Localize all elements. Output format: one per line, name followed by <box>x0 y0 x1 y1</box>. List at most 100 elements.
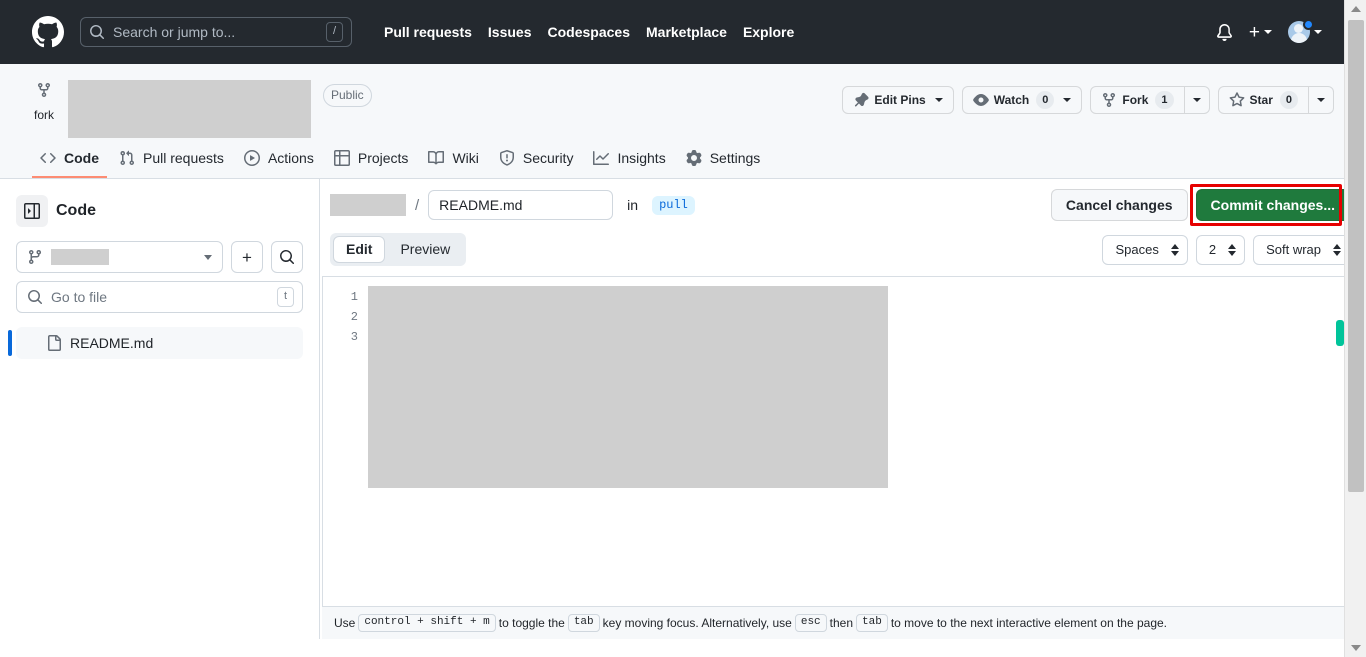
pin-icon <box>855 92 869 107</box>
shield-icon <box>499 150 514 166</box>
repo-forked-icon <box>38 83 50 98</box>
watch-count: 0 <box>1036 91 1055 109</box>
line-number: 2 <box>350 310 358 324</box>
tab-insights[interactable]: Insights <box>585 142 673 178</box>
nav-marketplace[interactable]: Marketplace <box>646 24 727 40</box>
tab-actions-label: Actions <box>267 150 314 166</box>
tab-projects-label: Projects <box>357 150 409 166</box>
go-to-file-shortcut-key: t <box>276 287 294 307</box>
list-item[interactable]: README.md <box>8 327 303 359</box>
global-header: Search or jump to... / Pull requests Iss… <box>0 0 1366 64</box>
fork-indicator: fork <box>32 80 56 122</box>
tab-pull-requests-label: Pull requests <box>143 150 224 166</box>
fork-label: fork <box>33 108 54 122</box>
fork-count: 1 <box>1155 91 1174 109</box>
repo-nav-tabs: Code Pull requests Actions Projects Wiki… <box>32 142 1334 178</box>
fork-button[interactable]: Fork 1 <box>1090 86 1185 114</box>
watch-label: Watch <box>993 93 1030 107</box>
editor-header: / README.md in pull Cancel changes Commi… <box>320 179 1366 229</box>
scroll-up-icon[interactable] <box>1345 0 1366 18</box>
browser-scrollbar[interactable] <box>1344 0 1366 657</box>
scrollbar-thumb[interactable] <box>1348 20 1364 492</box>
line-number-gutter: 1 2 3 <box>323 277 368 606</box>
nav-codespaces[interactable]: Codespaces <box>548 24 630 40</box>
header-actions: + <box>1216 19 1350 43</box>
account-menu[interactable] <box>1288 19 1322 43</box>
branch-name-redacted <box>51 249 109 265</box>
nav-pull-requests[interactable]: Pull requests <box>384 24 472 40</box>
github-mark-icon[interactable] <box>32 16 64 48</box>
watch-button[interactable]: Watch 0 <box>961 86 1083 114</box>
tab-code-label: Code <box>64 150 99 166</box>
search-input[interactable]: Search or jump to... / <box>80 17 352 47</box>
tab-settings[interactable]: Settings <box>678 142 769 178</box>
sidebar-collapse-icon[interactable] <box>16 195 48 227</box>
search-icon <box>89 24 105 40</box>
file-name: README.md <box>70 335 154 351</box>
branch-selector[interactable] <box>16 241 223 273</box>
tab-edit[interactable]: Edit <box>333 236 386 263</box>
repo-forked-icon <box>1103 93 1116 108</box>
line-wrap-select[interactable]: Soft wrap <box>1253 234 1350 265</box>
add-file-button[interactable]: + <box>231 241 263 273</box>
indent-size-value: 2 <box>1208 242 1217 257</box>
tab-preview[interactable]: Preview <box>387 236 463 263</box>
fork-label: Fork <box>1122 93 1149 107</box>
in-label: in <box>627 197 639 213</box>
book-icon <box>428 150 445 165</box>
code-editor-area[interactable]: 1 2 3 <box>322 276 1366 606</box>
footer-text-1: Use <box>334 616 356 630</box>
line-number: 3 <box>350 330 358 344</box>
chevron-down-icon <box>934 98 943 102</box>
commit-changes-button[interactable]: Commit changes... <box>1195 189 1350 221</box>
go-to-file-input[interactable]: Go to file t <box>16 281 303 313</box>
git-branch-icon <box>28 250 41 265</box>
editor-footer-hint: Use control + shift + m to toggle the ta… <box>322 606 1366 639</box>
tab-actions[interactable]: Actions <box>236 142 322 178</box>
play-icon <box>243 150 260 166</box>
go-to-file-placeholder: Go to file <box>51 289 108 305</box>
create-new-button[interactable]: + <box>1249 23 1272 42</box>
kbd-control-shift-m: control + shift + m <box>358 614 496 632</box>
scroll-down-icon[interactable] <box>1345 639 1366 657</box>
repo-title-row: fork Public Edit Pins Watch 0 Fork 1 Sta… <box>32 64 1334 138</box>
indent-size-select[interactable]: 2 <box>1195 234 1246 265</box>
breadcrumb-redacted <box>330 194 406 216</box>
chevron-down-icon <box>1063 98 1072 102</box>
edit-pins-button[interactable]: Edit Pins <box>842 86 954 114</box>
edit-pins-label: Edit Pins <box>874 93 926 107</box>
line-number: 1 <box>350 290 358 304</box>
tab-wiki[interactable]: Wiki <box>420 142 486 178</box>
star-count: 0 <box>1279 91 1298 109</box>
tab-insights-label: Insights <box>617 150 666 166</box>
global-nav: Pull requests Issues Codespaces Marketpl… <box>384 24 794 40</box>
footer-text-2: to toggle the <box>498 616 565 630</box>
kbd-esc: esc <box>794 614 827 632</box>
search-files-button[interactable] <box>271 241 303 273</box>
tab-projects[interactable]: Projects <box>326 142 417 178</box>
sidebar-title: Code <box>56 202 96 219</box>
indent-mode-select[interactable]: Spaces <box>1102 234 1188 265</box>
file-list: README.md <box>8 327 303 359</box>
tab-code[interactable]: Code <box>32 142 107 178</box>
star-button[interactable]: Star 0 <box>1217 86 1309 114</box>
code-icon <box>40 152 56 164</box>
tab-pull-requests[interactable]: Pull requests <box>111 142 232 178</box>
cancel-changes-button[interactable]: Cancel changes <box>1050 189 1188 221</box>
bell-icon[interactable] <box>1216 23 1233 41</box>
star-dropdown-button[interactable] <box>1309 86 1334 114</box>
tab-wiki-label: Wiki <box>452 150 479 166</box>
filename-input[interactable]: README.md <box>428 190 614 220</box>
tab-security[interactable]: Security <box>491 142 582 178</box>
editor-toolbar: Edit Preview Spaces 2 Soft wrap <box>320 229 1366 276</box>
footer-text-5: to move to the next interactive element … <box>890 616 1167 630</box>
fork-dropdown-button[interactable] <box>1184 86 1210 114</box>
selected-indicator <box>8 330 12 356</box>
chevron-down-icon <box>204 254 212 260</box>
branch-badge: pull <box>652 195 695 215</box>
editor-settings: Spaces 2 Soft wrap <box>1102 234 1350 265</box>
kbd-tab: tab <box>567 614 600 632</box>
nav-issues[interactable]: Issues <box>488 24 532 40</box>
nav-explore[interactable]: Explore <box>743 24 794 40</box>
code-sidebar: Code + Go to file t README.md <box>0 179 320 639</box>
